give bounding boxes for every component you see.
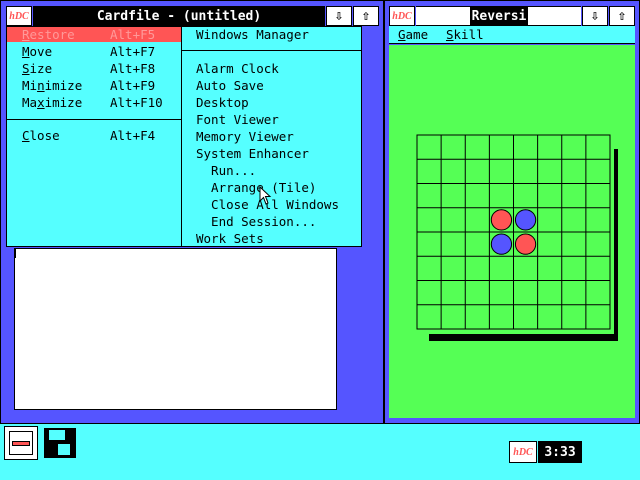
hdc-menu-item[interactable]: Auto Save: [196, 78, 264, 93]
menu-skill-mnemonic: S: [446, 27, 454, 42]
system-menu-item-label: estore: [29, 27, 75, 42]
system-menu-item-label: Ma: [22, 95, 38, 110]
hdc-menu-item[interactable]: End Session...: [196, 214, 316, 229]
system-menu-item[interactable]: Move: [22, 44, 52, 59]
system-menu-item[interactable]: Close: [22, 128, 60, 143]
reversi-piece-blue: [514, 209, 537, 231]
hdc-menu-item[interactable]: Memory Viewer: [196, 129, 294, 144]
system-menu-shortcut: Alt+F4: [110, 128, 156, 143]
cardfile-system-menu-icon[interactable]: hDC: [6, 6, 32, 26]
system-menu-shortcut: Alt+F5: [110, 27, 156, 42]
reversi-maximize-button[interactable]: ⇧: [609, 6, 635, 26]
hdc-menu-item[interactable]: Windows Manager: [196, 27, 309, 42]
mouse-pointer-icon: [259, 186, 272, 205]
hdc-menu-item[interactable]: Work Sets: [196, 231, 264, 246]
system-menu-item[interactable]: Restore: [22, 27, 75, 42]
hdc-menu-item[interactable]: System Enhancer: [196, 146, 309, 161]
hdc-menu-separator: [181, 50, 362, 51]
reversi-piece-red: [514, 233, 537, 255]
reversi-piece-blue: [490, 233, 513, 255]
cardfile-title-bar[interactable]: Cardfile - (untitled): [33, 6, 325, 26]
system-menu-shortcut: Alt+F9: [110, 78, 156, 93]
hdc-menu-item[interactable]: Run...: [196, 163, 256, 178]
cardfile-card[interactable]: [14, 248, 337, 410]
hdc-menu-item[interactable]: Desktop: [196, 95, 249, 110]
floppy-disk-icon[interactable]: [44, 428, 76, 458]
cardfile-minimize-button[interactable]: ⇩: [326, 6, 352, 26]
clock: 3:33: [538, 441, 582, 463]
hdc-menu-item[interactable]: Alarm Clock: [196, 61, 279, 76]
menu-skill[interactable]: Skill: [446, 27, 484, 42]
system-menu-item-label: imize: [44, 95, 83, 110]
reversi-title-bar[interactable]: Reversi: [416, 6, 581, 26]
system-menu-item-mnemonic: x: [37, 95, 45, 110]
system-menu-item-label: lose: [29, 128, 60, 143]
system-menu-shortcut: Alt+F7: [110, 44, 156, 59]
hdc-menu-item[interactable]: Arrange (Tile): [196, 180, 316, 195]
menu-game-mnemonic: G: [398, 27, 406, 42]
reversi-title: Reversi: [470, 7, 528, 25]
cardfile-minimized-icon[interactable]: [4, 426, 38, 460]
menu-game-label: ame: [405, 27, 429, 42]
taskbar-hdc-icon[interactable]: hDC: [509, 441, 537, 463]
system-menu-item[interactable]: Size: [22, 61, 52, 76]
system-menu-item-mnemonic: S: [22, 61, 30, 76]
system-menu-item-mnemonic: R: [22, 27, 30, 42]
reversi-piece-red: [490, 209, 513, 231]
reversi-system-menu-icon[interactable]: hDC: [389, 6, 415, 26]
reversi-board[interactable]: [414, 133, 624, 341]
system-menu-separator: [6, 119, 182, 120]
hdc-menu-item[interactable]: Font Viewer: [196, 112, 279, 127]
system-menu-item-label: ove: [29, 44, 53, 59]
cardfile-card-divider: [14, 248, 16, 258]
menu-game[interactable]: Game: [398, 27, 428, 42]
clock-time: 3:33: [544, 444, 576, 460]
card-stack-icon: [9, 431, 33, 455]
system-menu-item[interactable]: Maximize: [22, 95, 82, 110]
system-menu-item[interactable]: Minimize: [22, 78, 82, 93]
system-menu-item-mnemonic: C: [22, 128, 30, 143]
system-menu-shortcut: Alt+F8: [110, 61, 156, 76]
cardfile-maximize-button[interactable]: ⇧: [353, 6, 379, 26]
system-menu-item-mnemonic: n: [37, 78, 45, 93]
menu-skill-label: kill: [453, 27, 484, 42]
system-menu-item-label: ize: [29, 61, 53, 76]
system-menu-item-label: Mi: [22, 78, 38, 93]
system-menu-shortcut: Alt+F10: [110, 95, 163, 110]
system-menu-item-label: imize: [44, 78, 83, 93]
cardfile-title: Cardfile - (untitled): [96, 8, 262, 24]
reversi-minimize-button[interactable]: ⇩: [582, 6, 608, 26]
system-menu-item-mnemonic: M: [22, 44, 30, 59]
